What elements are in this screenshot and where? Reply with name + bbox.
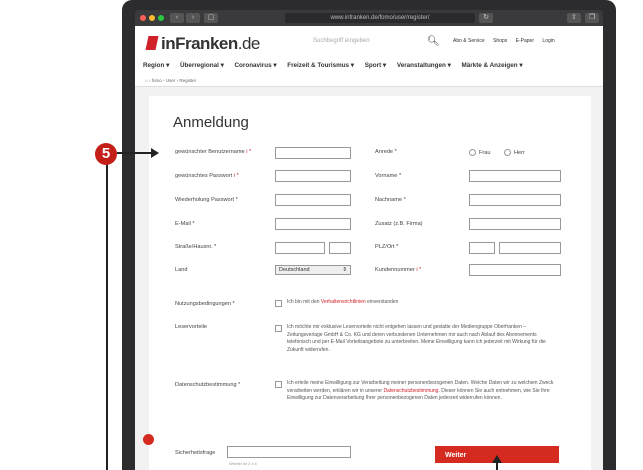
feedback-icon[interactable] (143, 434, 154, 445)
addition-field[interactable] (469, 218, 561, 230)
nav-item-coronavirus[interactable]: Coronavirus ▾ (235, 62, 277, 69)
street-label: Straße/Hausnr. * (175, 244, 217, 250)
login-link[interactable]: Login (542, 38, 554, 44)
site-header: inFranken.de Suchbegriff eingeben 🔍︎ Abo… (135, 26, 603, 87)
sidebar-toggle-button[interactable]: ▢ (204, 13, 218, 23)
password-field[interactable] (275, 170, 351, 182)
annotation-arrowhead-submit (492, 455, 502, 463)
address-bar[interactable]: www.infranken.de/fomo/user/register/ (285, 13, 475, 23)
reload-icon[interactable]: ↻ (479, 13, 493, 23)
annotation-arrowhead (151, 148, 159, 158)
salutation-label: Anrede * (375, 149, 397, 155)
terms-checkbox[interactable] (275, 300, 282, 307)
home-icon[interactable]: ⌂ (145, 78, 148, 83)
country-label: Land (175, 267, 188, 273)
abo-service-link[interactable]: Abo & Service (453, 38, 485, 44)
firstname-label: Vorname * (375, 173, 402, 179)
forward-button[interactable]: › (186, 13, 200, 23)
top-links: Abo & Service Shops E-Paper Login (453, 38, 562, 44)
annotation-line-vertical (106, 160, 108, 470)
main-nav: Region ▾ Überregional ▾ Coronavirus ▾ Fr… (143, 62, 532, 69)
house-number-field[interactable] (329, 242, 351, 254)
nav-item-region[interactable]: Region ▾ (143, 62, 169, 69)
password-label: gewünschtes Passwort i * (175, 173, 239, 179)
select-arrows-icon: ⇕ (342, 267, 347, 273)
customer-number-label: Kundennummer i * (375, 267, 422, 273)
breadcrumb-separator: › (176, 78, 179, 83)
breadcrumb-item-fomo[interactable]: fomo (152, 78, 162, 83)
addition-label: Zusatz (z.B. Firma) (375, 221, 423, 227)
nav-item-freizeit[interactable]: Freizeit & Tourismus ▾ (287, 62, 354, 69)
page-title: Anmeldung (173, 114, 249, 131)
web-page: inFranken.de Suchbegriff eingeben 🔍︎ Abo… (135, 26, 603, 470)
email-label: E-Mail * (175, 221, 195, 227)
minimize-window-button[interactable] (149, 15, 155, 21)
breadcrumb-item-user[interactable]: User (166, 78, 176, 83)
firstname-field[interactable] (469, 170, 561, 182)
registration-form: Anmeldung gewünschter Benutzername i * g… (149, 96, 591, 470)
breadcrumb: ⌂ › fomo › User › Register (145, 78, 196, 83)
zip-field[interactable] (469, 242, 495, 254)
benefits-text: Ich möchte mir exklusive Leservorteile n… (287, 324, 546, 353)
terms-label: Nutzungsbedingungen * (175, 301, 235, 307)
breadcrumb-item-register: Register (179, 78, 197, 83)
site-logo[interactable]: inFranken.de (161, 34, 260, 54)
breadcrumb-separator: › (163, 78, 165, 83)
radio-herr[interactable] (504, 149, 511, 156)
annotation-badge: 5 (95, 143, 117, 165)
street-field[interactable] (275, 242, 325, 254)
shops-link[interactable]: Shops (493, 38, 507, 44)
username-label: gewünschter Benutzername i * (175, 149, 252, 155)
nav-item-veranstaltungen[interactable]: Veranstaltungen ▾ (397, 62, 451, 69)
email-field[interactable] (275, 218, 351, 230)
customer-number-field[interactable] (469, 264, 561, 276)
zip-city-label: PLZ/Ort * (375, 244, 399, 250)
nav-item-ueberregional[interactable]: Überregional ▾ (180, 62, 224, 69)
privacy-link[interactable]: Datenschutzbestimmung (383, 388, 438, 394)
password-repeat-field[interactable] (275, 194, 351, 206)
search-icon[interactable]: 🔍︎ (427, 36, 440, 47)
benefits-checkbox[interactable] (275, 325, 282, 332)
tabs-icon[interactable]: ❐ (585, 13, 599, 23)
close-window-button[interactable] (140, 15, 146, 21)
breadcrumb-separator: › (148, 78, 151, 83)
lastname-label: Nachname * (375, 197, 406, 203)
country-select[interactable]: Deutschland ⇕ (275, 265, 351, 275)
country-value: Deutschland (279, 267, 310, 273)
logo-text: inFranken (161, 34, 238, 53)
nav-item-maerkte[interactable]: Märkte & Anzeigen ▾ (462, 62, 523, 69)
terms-text: Ich bin mit den Verhaltensrichtlinien ei… (287, 299, 399, 305)
back-button[interactable]: ‹ (170, 13, 184, 23)
password-repeat-label: Wiederholung Passwort * (175, 197, 238, 203)
security-hint: Wieviel ist 2 x 4 (229, 461, 257, 466)
annotation-line-submit (496, 462, 498, 470)
guidelines-link[interactable]: Verhaltensrichtlinien (321, 299, 366, 305)
logo-suffix: .de (237, 34, 261, 53)
share-icon[interactable]: ⇧ (567, 13, 581, 23)
radio-herr-label: Herr (514, 150, 525, 156)
annotation-line-horizontal (117, 152, 153, 154)
city-field[interactable] (499, 242, 561, 254)
security-label: Sicherheitsfrage (175, 450, 216, 456)
radio-frau-label: Frau (479, 150, 491, 156)
logo-icon (145, 36, 159, 50)
security-answer-field[interactable] (227, 446, 351, 458)
privacy-text: Ich erteile meine Einwilligung zur Verar… (287, 380, 554, 402)
privacy-label: Datenschutzbestimmung * (175, 382, 241, 388)
username-field[interactable] (275, 147, 351, 159)
privacy-checkbox[interactable] (275, 381, 282, 388)
benefits-label: Leservorteile (175, 324, 208, 330)
nav-item-sport[interactable]: Sport ▾ (365, 62, 386, 69)
lastname-field[interactable] (469, 194, 561, 206)
browser-toolbar: ‹ › ▢ www.infranken.de/fomo/user/registe… (135, 10, 603, 26)
search-input[interactable]: Suchbegriff eingeben (313, 38, 370, 44)
radio-frau[interactable] (469, 149, 476, 156)
url-text: www.infranken.de/fomo/user/register/ (330, 15, 430, 21)
maximize-window-button[interactable] (158, 15, 164, 21)
epaper-link[interactable]: E-Paper (516, 38, 534, 44)
